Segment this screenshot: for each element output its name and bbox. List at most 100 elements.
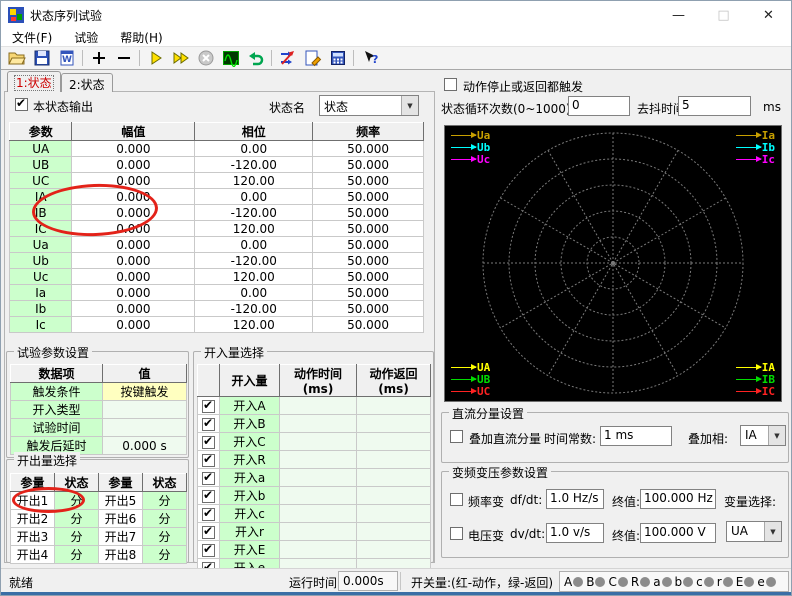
phase-cell[interactable]: 120.00 xyxy=(195,173,313,189)
freq-cell[interactable]: 50.000 xyxy=(313,173,424,189)
din-checkbox-cell[interactable] xyxy=(198,487,220,505)
dout-state[interactable]: 分 xyxy=(55,510,99,528)
add-state-button[interactable] xyxy=(86,47,111,69)
run-all-button[interactable] xyxy=(168,47,193,69)
amp-cell[interactable]: 0.000 xyxy=(72,285,195,301)
undo-button[interactable] xyxy=(243,47,268,69)
value-cell[interactable]: 按键触发 xyxy=(103,383,187,401)
amp-cell[interactable]: 0.000 xyxy=(72,253,195,269)
volt-ramp-checkbox[interactable] xyxy=(450,527,463,540)
freq-cell[interactable]: 50.000 xyxy=(313,157,424,173)
din-checkbox[interactable] xyxy=(202,436,215,449)
chevron-down-icon[interactable] xyxy=(764,522,781,541)
stop-button[interactable] xyxy=(193,47,218,69)
freq-cell[interactable]: 50.000 xyxy=(313,237,424,253)
freq-cell[interactable]: 50.000 xyxy=(313,205,424,221)
minimize-button[interactable]: — xyxy=(656,1,701,29)
amp-cell[interactable]: 0.000 xyxy=(72,205,195,221)
dfdt-input[interactable]: 1.0 Hz/s xyxy=(546,489,604,509)
freq-cell[interactable]: 50.000 xyxy=(313,189,424,205)
amp-cell[interactable]: 0.000 xyxy=(72,189,195,205)
din-checkbox[interactable] xyxy=(202,526,215,539)
phase-cell[interactable]: 0.00 xyxy=(195,141,313,157)
freq-ramp-checkbox[interactable] xyxy=(450,493,463,506)
phase-cell[interactable]: 120.00 xyxy=(195,269,313,285)
value-cell[interactable] xyxy=(103,419,187,437)
report-button[interactable] xyxy=(300,47,325,69)
dout-state[interactable]: 分 xyxy=(143,492,187,510)
state-name-dropdown[interactable]: 状态 xyxy=(319,95,419,116)
tab-state-2[interactable]: 2:状态 xyxy=(61,73,113,92)
phasor-settings-button[interactable] xyxy=(275,47,300,69)
menu-test[interactable]: 试验 xyxy=(63,29,109,46)
din-checkbox[interactable] xyxy=(202,400,215,413)
phase-cell[interactable]: 120.00 xyxy=(195,221,313,237)
value-cell[interactable] xyxy=(103,401,187,419)
volt-end-input[interactable]: 100.000 V xyxy=(640,523,716,543)
din-checkbox-cell[interactable] xyxy=(198,397,220,415)
amp-cell[interactable]: 0.000 xyxy=(72,141,195,157)
din-checkbox[interactable] xyxy=(202,490,215,503)
amp-cell[interactable]: 0.000 xyxy=(72,317,195,333)
dvdt-input[interactable]: 1.0 v/s xyxy=(546,523,604,543)
menu-file[interactable]: 文件(F) xyxy=(1,29,63,46)
din-checkbox-cell[interactable] xyxy=(198,505,220,523)
din-checkbox[interactable] xyxy=(202,508,215,521)
freq-cell[interactable]: 50.000 xyxy=(313,253,424,269)
dout-state[interactable]: 分 xyxy=(143,546,187,564)
freq-cell[interactable]: 50.000 xyxy=(313,141,424,157)
export-word-button[interactable]: W xyxy=(54,47,79,69)
din-checkbox-cell[interactable] xyxy=(198,415,220,433)
dc-superimpose-checkbox[interactable] xyxy=(450,430,463,443)
freq-cell[interactable]: 50.000 xyxy=(313,269,424,285)
amp-cell[interactable]: 0.000 xyxy=(72,157,195,173)
din-checkbox[interactable] xyxy=(202,454,215,467)
value-cell[interactable]: 0.000 s xyxy=(103,437,187,455)
phase-cell[interactable]: 0.00 xyxy=(195,285,313,301)
phase-cell[interactable]: 120.00 xyxy=(195,317,313,333)
phase-cell[interactable]: -120.00 xyxy=(195,301,313,317)
context-help-button[interactable]: ? xyxy=(357,47,382,69)
stop-or-return-trigger-checkbox[interactable] xyxy=(444,78,457,91)
din-checkbox-cell[interactable] xyxy=(198,523,220,541)
dout-state[interactable]: 分 xyxy=(143,510,187,528)
tab-state-1[interactable]: 1:状态 xyxy=(7,71,61,92)
time-constant-input[interactable]: 1 ms xyxy=(600,426,672,446)
calculator-button[interactable] xyxy=(325,47,350,69)
loop-count-input[interactable]: 0 xyxy=(568,96,630,116)
maximize-button[interactable]: □ xyxy=(701,1,746,29)
dout-state[interactable]: 分 xyxy=(55,492,99,510)
amp-cell[interactable]: 0.000 xyxy=(72,173,195,189)
din-checkbox[interactable] xyxy=(202,472,215,485)
amp-cell[interactable]: 0.000 xyxy=(72,221,195,237)
freq-cell[interactable]: 50.000 xyxy=(313,221,424,237)
chevron-down-icon[interactable] xyxy=(401,96,418,115)
chevron-down-icon[interactable] xyxy=(768,426,785,445)
amp-cell[interactable]: 0.000 xyxy=(72,301,195,317)
menu-help[interactable]: 帮助(H) xyxy=(109,29,173,46)
din-checkbox[interactable] xyxy=(202,544,215,557)
freq-end-input[interactable]: 100.000 Hz xyxy=(640,489,716,509)
superimpose-phase-dropdown[interactable]: IA xyxy=(740,425,786,446)
din-checkbox-cell[interactable] xyxy=(198,451,220,469)
amp-cell[interactable]: 0.000 xyxy=(72,269,195,285)
din-checkbox-cell[interactable] xyxy=(198,469,220,487)
dout-state[interactable]: 分 xyxy=(55,546,99,564)
debounce-input[interactable]: 5 xyxy=(678,96,751,116)
close-button[interactable]: ✕ xyxy=(746,1,791,29)
din-checkbox-cell[interactable] xyxy=(198,433,220,451)
freq-cell[interactable]: 50.000 xyxy=(313,317,424,333)
phase-cell[interactable]: 0.00 xyxy=(195,189,313,205)
din-checkbox[interactable] xyxy=(202,418,215,431)
dout-state[interactable]: 分 xyxy=(143,528,187,546)
waveform-button[interactable] xyxy=(218,47,243,69)
remove-state-button[interactable] xyxy=(111,47,136,69)
phase-cell[interactable]: -120.00 xyxy=(195,157,313,173)
din-checkbox-cell[interactable] xyxy=(198,541,220,559)
variable-select-dropdown[interactable]: UA xyxy=(726,521,782,542)
freq-cell[interactable]: 50.000 xyxy=(313,301,424,317)
dout-state[interactable]: 分 xyxy=(55,528,99,546)
state-output-checkbox[interactable] xyxy=(15,98,28,111)
freq-cell[interactable]: 50.000 xyxy=(313,285,424,301)
open-file-button[interactable] xyxy=(4,47,29,69)
